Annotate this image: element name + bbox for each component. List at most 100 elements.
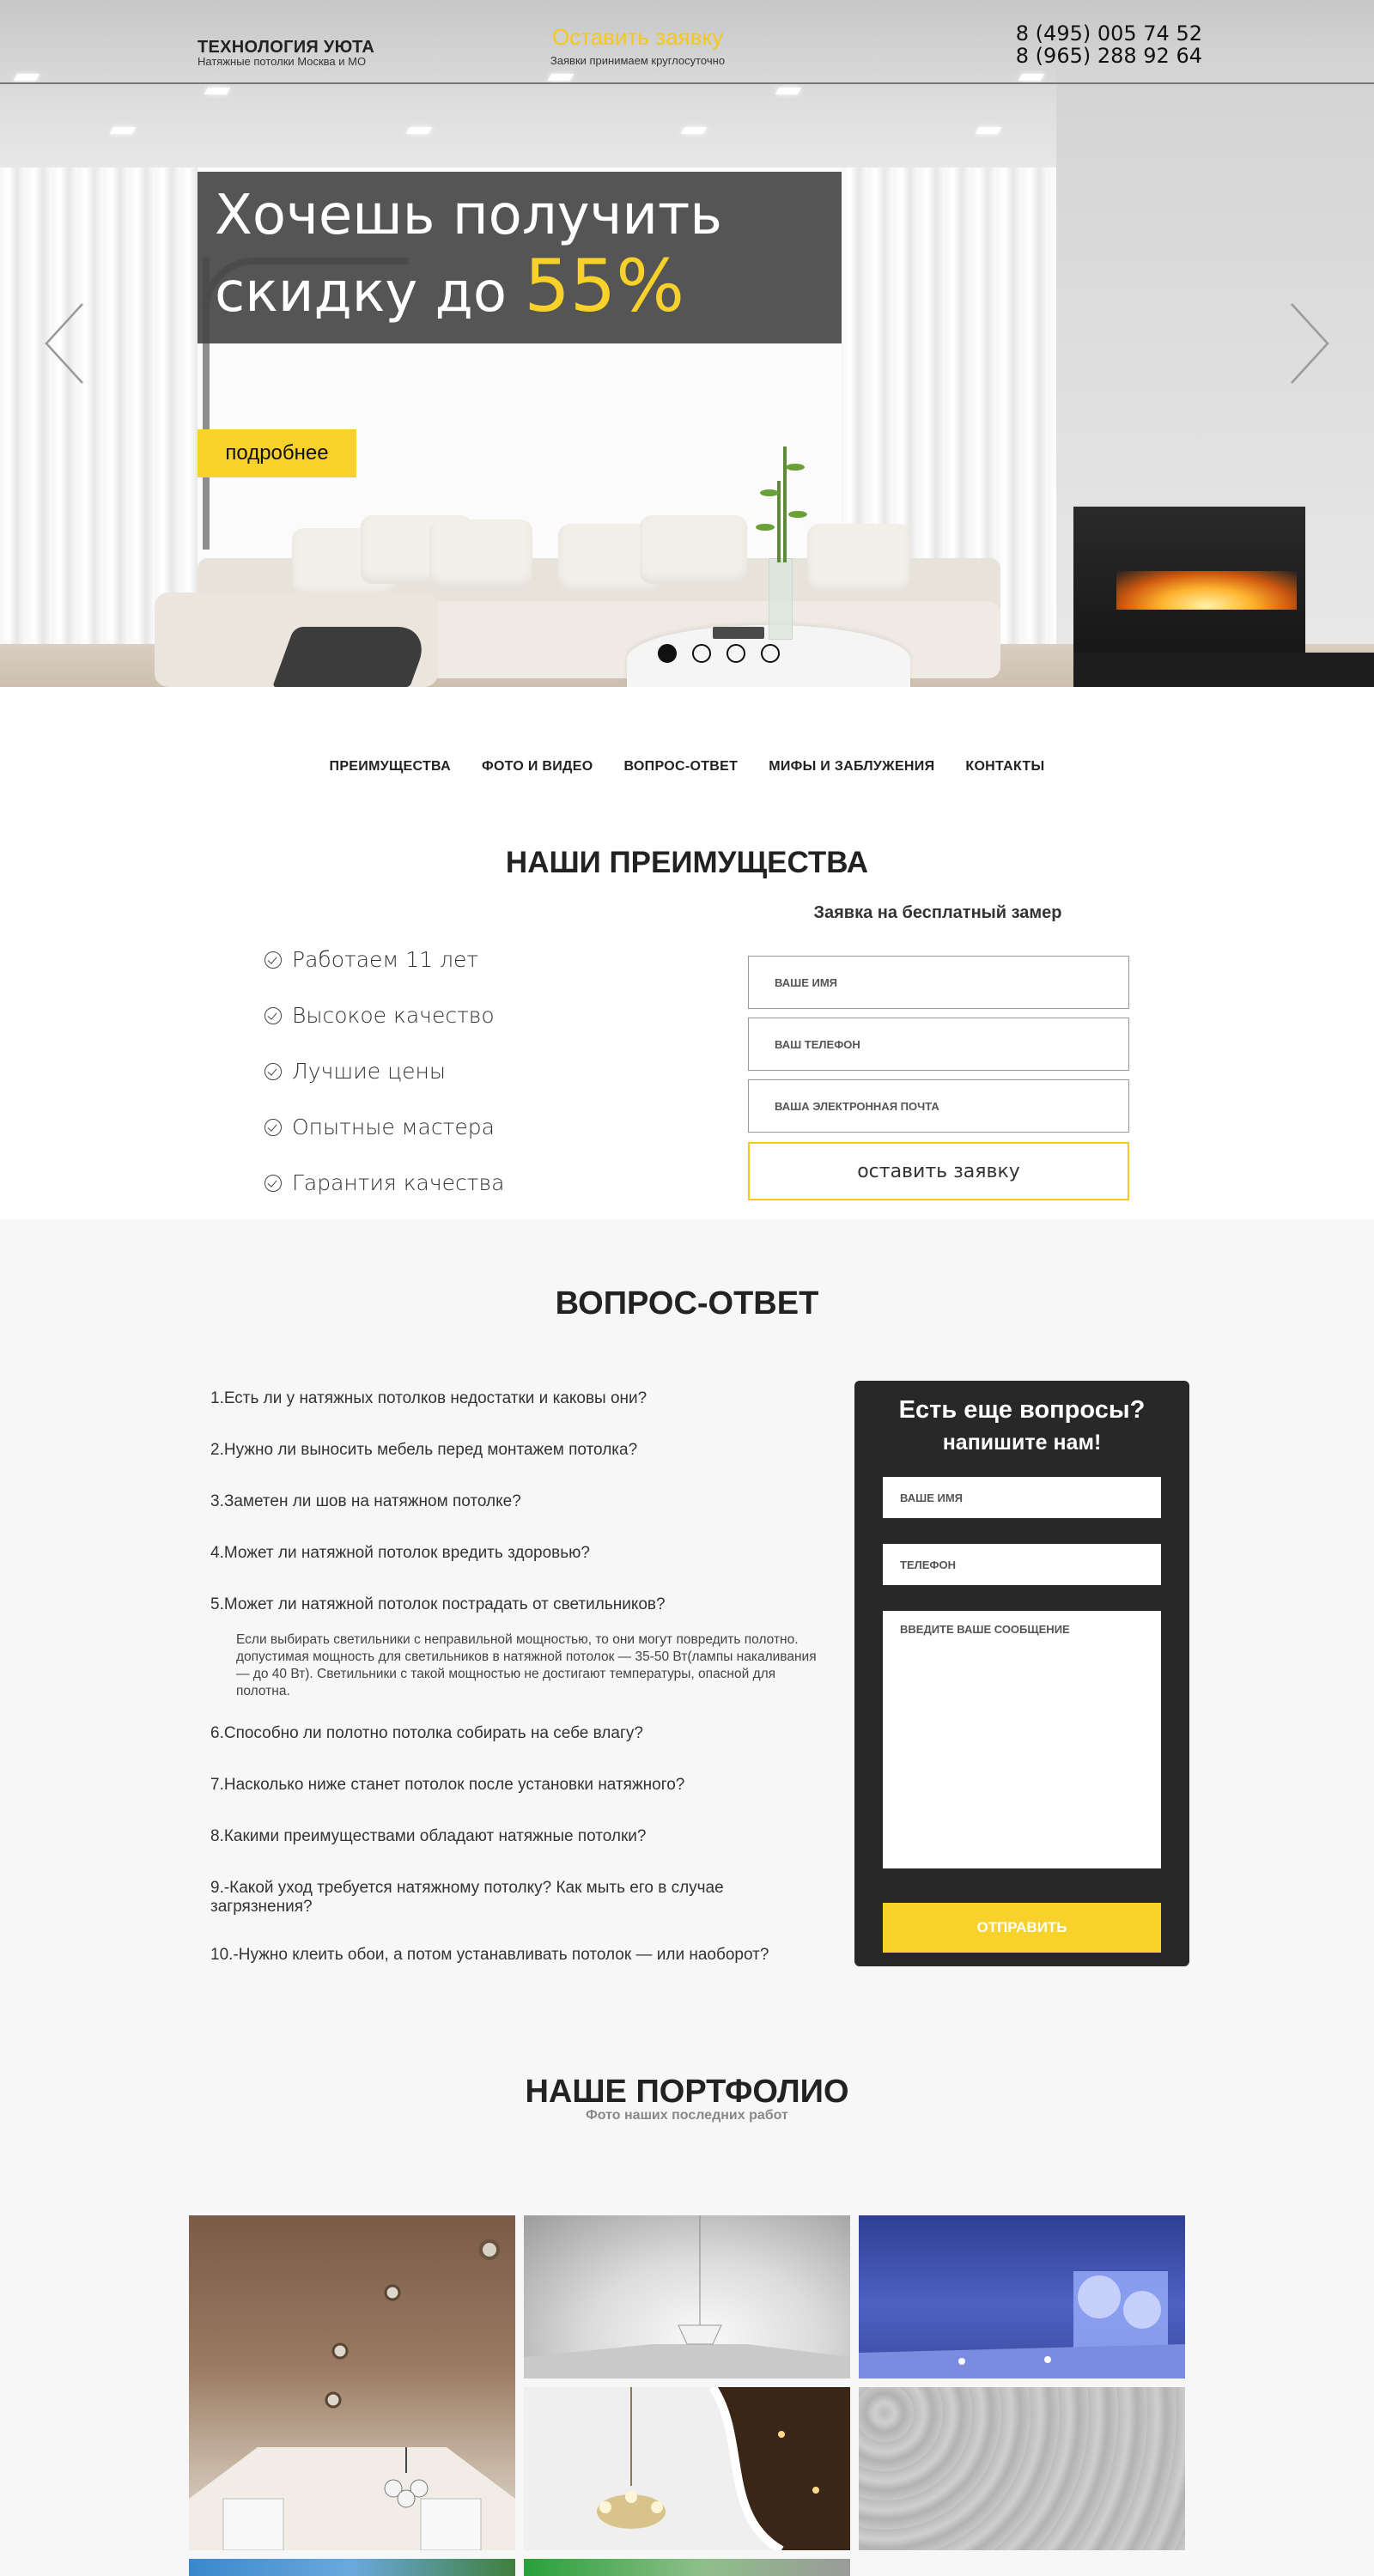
nav-contacts[interactable]: КОНТАКТЫ	[965, 759, 1044, 775]
portfolio-photo[interactable]	[189, 2215, 515, 2550]
measure-submit-button[interactable]: оставить заявку	[748, 1142, 1129, 1200]
advantage-item: Высокое качество	[264, 987, 711, 1043]
ceiling-light	[775, 88, 802, 94]
check-circle-icon	[264, 1118, 282, 1136]
advantage-label: Опытные мастера	[292, 1115, 495, 1139]
advantages-title: НАШИ ПРЕИМУЩЕСТВА	[505, 846, 869, 879]
offer-line-1: Хочешь получить	[215, 184, 722, 247]
portfolio-photo[interactable]	[189, 2559, 515, 2576]
offer-line-2: скидку до 55%	[215, 250, 824, 328]
question-form-subtitle: напишите нам!	[942, 1431, 1102, 1455]
faq-question[interactable]: 5.Может ли натяжной потолок пострадать о…	[210, 1595, 666, 1614]
fireplace-flame	[1116, 571, 1297, 610]
ceiling-light	[975, 127, 1002, 134]
measure-form-title: Заявка на бесплатный замер	[813, 903, 1062, 922]
slider-dot-4[interactable]	[761, 644, 780, 663]
site-header: ТЕХНОЛОГИЯ УЮТА Натяжные потолки Москва …	[0, 0, 1374, 84]
nav-photo-video[interactable]: ФОТО И ВИДЕО	[482, 759, 593, 775]
portfolio-photo-art	[597, 2387, 850, 2550]
check-circle-icon	[264, 951, 282, 969]
portfolio-photo[interactable]	[859, 2387, 1185, 2550]
sofa-throw	[272, 627, 432, 687]
question-send-button[interactable]: ОТПРАВИТЬ	[883, 1903, 1161, 1953]
plant-leaf	[786, 464, 805, 471]
faq-title: ВОПРОС-ОТВЕТ	[555, 1285, 819, 1321]
advantage-label: Высокое качество	[292, 1003, 495, 1028]
sofa-cushion	[807, 524, 910, 592]
order-link[interactable]: Оставить заявку	[481, 24, 794, 51]
offer-line-2-text: скидку до	[215, 261, 525, 325]
order-subtitle: Заявки принимаем круглосуточно	[550, 54, 726, 67]
ceiling-light	[405, 127, 433, 134]
portfolio-photo-art	[189, 2239, 515, 2550]
plant-leaf	[756, 524, 775, 531]
ceiling-light	[680, 127, 708, 134]
portfolio-subtitle: Фото наших последних работ	[586, 2108, 788, 2123]
portfolio-title: НАШЕ ПОРТФОЛИО	[525, 2074, 849, 2110]
hero-slider: ТЕХНОЛОГИЯ УЮТА Натяжные потолки Москва …	[0, 0, 1374, 687]
advantage-label: Работаем 11 лет	[292, 947, 479, 972]
offer-banner: Хочешь получить скидку до 55%	[198, 172, 842, 343]
faq-question[interactable]: 9.-Какой уход требуется натяжному потолк…	[210, 1879, 812, 1917]
slider-dots	[658, 644, 780, 665]
advantage-item: Работаем 11 лет	[264, 932, 711, 987]
faq-question[interactable]: 7.Насколько ниже станет потолок после ус…	[210, 1776, 684, 1795]
slider-dot-1[interactable]	[658, 644, 677, 663]
check-circle-icon	[264, 1006, 282, 1024]
fireplace-base	[1073, 653, 1374, 687]
advantages-list: Работаем 11 лет Высокое качество Лучшие …	[264, 932, 711, 1211]
slider-dot-2[interactable]	[692, 644, 711, 663]
portfolio-photo[interactable]	[859, 2215, 1185, 2379]
advantage-item: Опытные мастера	[264, 1099, 711, 1155]
books	[713, 627, 764, 639]
phone-number-1[interactable]: 8 (495) 005 74 52	[859, 21, 1202, 46]
nav-faq[interactable]: ВОПРОС-ОТВЕТ	[623, 759, 738, 775]
faq-answer: Если выбирать светильники с неправильной…	[236, 1632, 817, 1698]
sofa-cushion	[640, 515, 747, 584]
portfolio-photo[interactable]	[524, 2559, 850, 2576]
question-form-title: Есть еще вопросы?	[898, 1396, 1146, 1424]
faq-question[interactable]: 4.Может ли натяжной потолок вредить здор…	[210, 1544, 590, 1563]
plant-stem	[783, 447, 787, 562]
faq-question[interactable]: 3.Заметен ли шов на натяжном потолке?	[210, 1492, 521, 1511]
portfolio-photo[interactable]	[524, 2215, 850, 2379]
measure-email-input[interactable]	[748, 1079, 1129, 1133]
faq-question[interactable]: 8.Какими преимуществами обладают натяжны…	[210, 1827, 646, 1846]
faq-question[interactable]: 1.Есть ли у натяжных потолков недостатки…	[210, 1389, 647, 1408]
portfolio-photo-art	[859, 2271, 1185, 2379]
plant-leaf	[788, 511, 807, 518]
advantage-label: Лучшие цены	[292, 1059, 446, 1084]
faq-question[interactable]: 10.-Нужно клеить обои, а потом устанавли…	[210, 1946, 769, 1965]
portfolio-photo[interactable]	[524, 2387, 850, 2550]
faq-question[interactable]: 6.Способно ли полотно потолка собирать н…	[210, 1724, 643, 1743]
ceiling-light	[109, 127, 137, 134]
more-button[interactable]: подробнее	[198, 429, 356, 477]
main-nav: ПРЕИМУЩЕСТВА ФОТО И ВИДЕО ВОПРОС-ОТВЕТ М…	[0, 759, 1374, 775]
question-message-input[interactable]	[883, 1611, 1161, 1868]
sofa-cushion	[429, 519, 532, 588]
question-name-input[interactable]	[883, 1477, 1161, 1518]
advantage-item: Лучшие цены	[264, 1043, 711, 1099]
logo-subtitle: Натяжные потолки Москва и МО	[198, 55, 367, 68]
question-form: Есть еще вопросы? напишите нам! ОТПРАВИТ…	[854, 1381, 1189, 1966]
check-circle-icon	[264, 1062, 282, 1080]
measure-phone-input[interactable]	[748, 1018, 1129, 1071]
advantage-label: Гарантия качества	[292, 1170, 505, 1195]
slider-next-arrow-icon[interactable]	[1288, 301, 1331, 386]
vase	[769, 558, 793, 640]
slider-dot-3[interactable]	[727, 644, 745, 663]
measure-name-input[interactable]	[748, 956, 1129, 1009]
phone-number-2[interactable]: 8 (965) 288 92 64	[859, 44, 1202, 68]
ceiling-light	[204, 88, 231, 94]
check-circle-icon	[264, 1174, 282, 1192]
slider-prev-arrow-icon[interactable]	[43, 301, 86, 386]
question-phone-input[interactable]	[883, 1544, 1161, 1585]
advantage-item: Гарантия качества	[264, 1155, 711, 1211]
nav-advantages[interactable]: ПРЕИМУЩЕСТВА	[330, 759, 451, 775]
portfolio-photo-art	[524, 2215, 850, 2379]
plant-leaf	[760, 489, 779, 496]
hero-curtain	[0, 167, 198, 657]
offer-discount: 55%	[524, 244, 685, 328]
nav-myths[interactable]: МИФЫ И ЗАБЛУЖЕНИЯ	[769, 759, 934, 775]
faq-question[interactable]: 2.Нужно ли выносить мебель перед монтаже…	[210, 1441, 637, 1460]
